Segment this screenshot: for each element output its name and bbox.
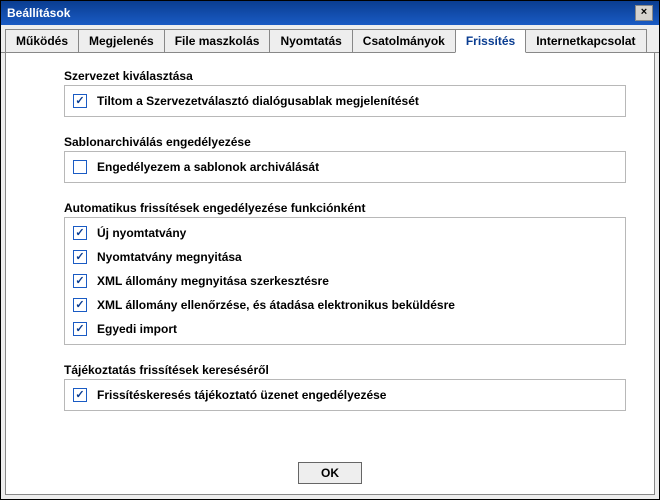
tab-mukodes[interactable]: Működés bbox=[5, 29, 79, 52]
checkbox-label: Egyedi import bbox=[97, 322, 177, 336]
checkbox-auto-open-form[interactable] bbox=[73, 250, 87, 264]
ok-button[interactable]: OK bbox=[298, 462, 362, 484]
group-template-title: Sablonarchiválás engedélyezése bbox=[64, 135, 626, 149]
group-auto-title: Automatikus frissítések engedélyezése fu… bbox=[64, 201, 626, 215]
checkbox-label: Tiltom a Szervezetválasztó dialógusablak… bbox=[97, 94, 419, 108]
tab-frissites[interactable]: Frissítés bbox=[455, 29, 526, 53]
checkbox-label: Frissítéskeresés tájékoztató üzenet enge… bbox=[97, 388, 386, 402]
window-title: Beállítások bbox=[7, 6, 70, 20]
group-org-title: Szervezet kiválasztása bbox=[64, 69, 626, 83]
checkbox-row: Tiltom a Szervezetválasztó dialógusablak… bbox=[73, 92, 617, 110]
checkbox-label: XML állomány ellenőrzése, és átadása ele… bbox=[97, 298, 455, 312]
checkbox-label: Nyomtatvány megnyitása bbox=[97, 250, 242, 264]
checkbox-row: Új nyomtatvány bbox=[73, 224, 617, 242]
checkbox-label: XML állomány megnyitása szerkesztésre bbox=[97, 274, 329, 288]
checkbox-auto-custom-import[interactable] bbox=[73, 322, 87, 336]
group-auto: Automatikus frissítések engedélyezése fu… bbox=[64, 201, 626, 345]
group-org: Szervezet kiválasztása Tiltom a Szerveze… bbox=[64, 69, 626, 117]
group-org-box: Tiltom a Szervezetválasztó dialógusablak… bbox=[64, 85, 626, 117]
checkbox-org-disable-dialog[interactable] bbox=[73, 94, 87, 108]
close-button[interactable]: × bbox=[635, 5, 653, 21]
group-notify-box: Frissítéskeresés tájékoztató üzenet enge… bbox=[64, 379, 626, 411]
titlebar: Beállítások × bbox=[1, 1, 659, 25]
checkbox-row: XML állomány ellenőrzése, és átadása ele… bbox=[73, 296, 617, 314]
checkbox-auto-new-form[interactable] bbox=[73, 226, 87, 240]
group-notify-title: Tájékoztatás frissítések kereséséről bbox=[64, 363, 626, 377]
group-template: Sablonarchiválás engedélyezése Engedélye… bbox=[64, 135, 626, 183]
checkbox-label: Engedélyezem a sablonok archiválását bbox=[97, 160, 319, 174]
tab-file-maszkolas[interactable]: File maszkolás bbox=[164, 29, 271, 52]
checkbox-row: Frissítéskeresés tájékoztató üzenet enge… bbox=[73, 386, 617, 404]
checkbox-label: Új nyomtatvány bbox=[97, 226, 186, 240]
checkbox-row: Nyomtatvány megnyitása bbox=[73, 248, 617, 266]
tab-internetkapcsolat[interactable]: Internetkapcsolat bbox=[525, 29, 646, 52]
tab-bar: Működés Megjelenés File maszkolás Nyomta… bbox=[1, 25, 659, 53]
checkbox-auto-xml-submit[interactable] bbox=[73, 298, 87, 312]
checkbox-auto-xml-edit[interactable] bbox=[73, 274, 87, 288]
footer: OK bbox=[6, 454, 654, 494]
settings-window: Beállítások × Működés Megjelenés File ma… bbox=[0, 0, 660, 500]
group-notify: Tájékoztatás frissítések kereséséről Fri… bbox=[64, 363, 626, 411]
tab-nyomtatas[interactable]: Nyomtatás bbox=[269, 29, 352, 52]
tab-megjelenes[interactable]: Megjelenés bbox=[78, 29, 165, 52]
group-auto-box: Új nyomtatvány Nyomtatvány megnyitása XM… bbox=[64, 217, 626, 345]
checkbox-template-archive[interactable] bbox=[73, 160, 87, 174]
group-template-box: Engedélyezem a sablonok archiválását bbox=[64, 151, 626, 183]
checkbox-notify-update-search[interactable] bbox=[73, 388, 87, 402]
checkbox-row: Engedélyezem a sablonok archiválását bbox=[73, 158, 617, 176]
checkbox-row: Egyedi import bbox=[73, 320, 617, 338]
tab-csatolmanyok[interactable]: Csatolmányok bbox=[352, 29, 456, 52]
checkbox-row: XML állomány megnyitása szerkesztésre bbox=[73, 272, 617, 290]
content-area: Szervezet kiválasztása Tiltom a Szerveze… bbox=[5, 53, 655, 495]
